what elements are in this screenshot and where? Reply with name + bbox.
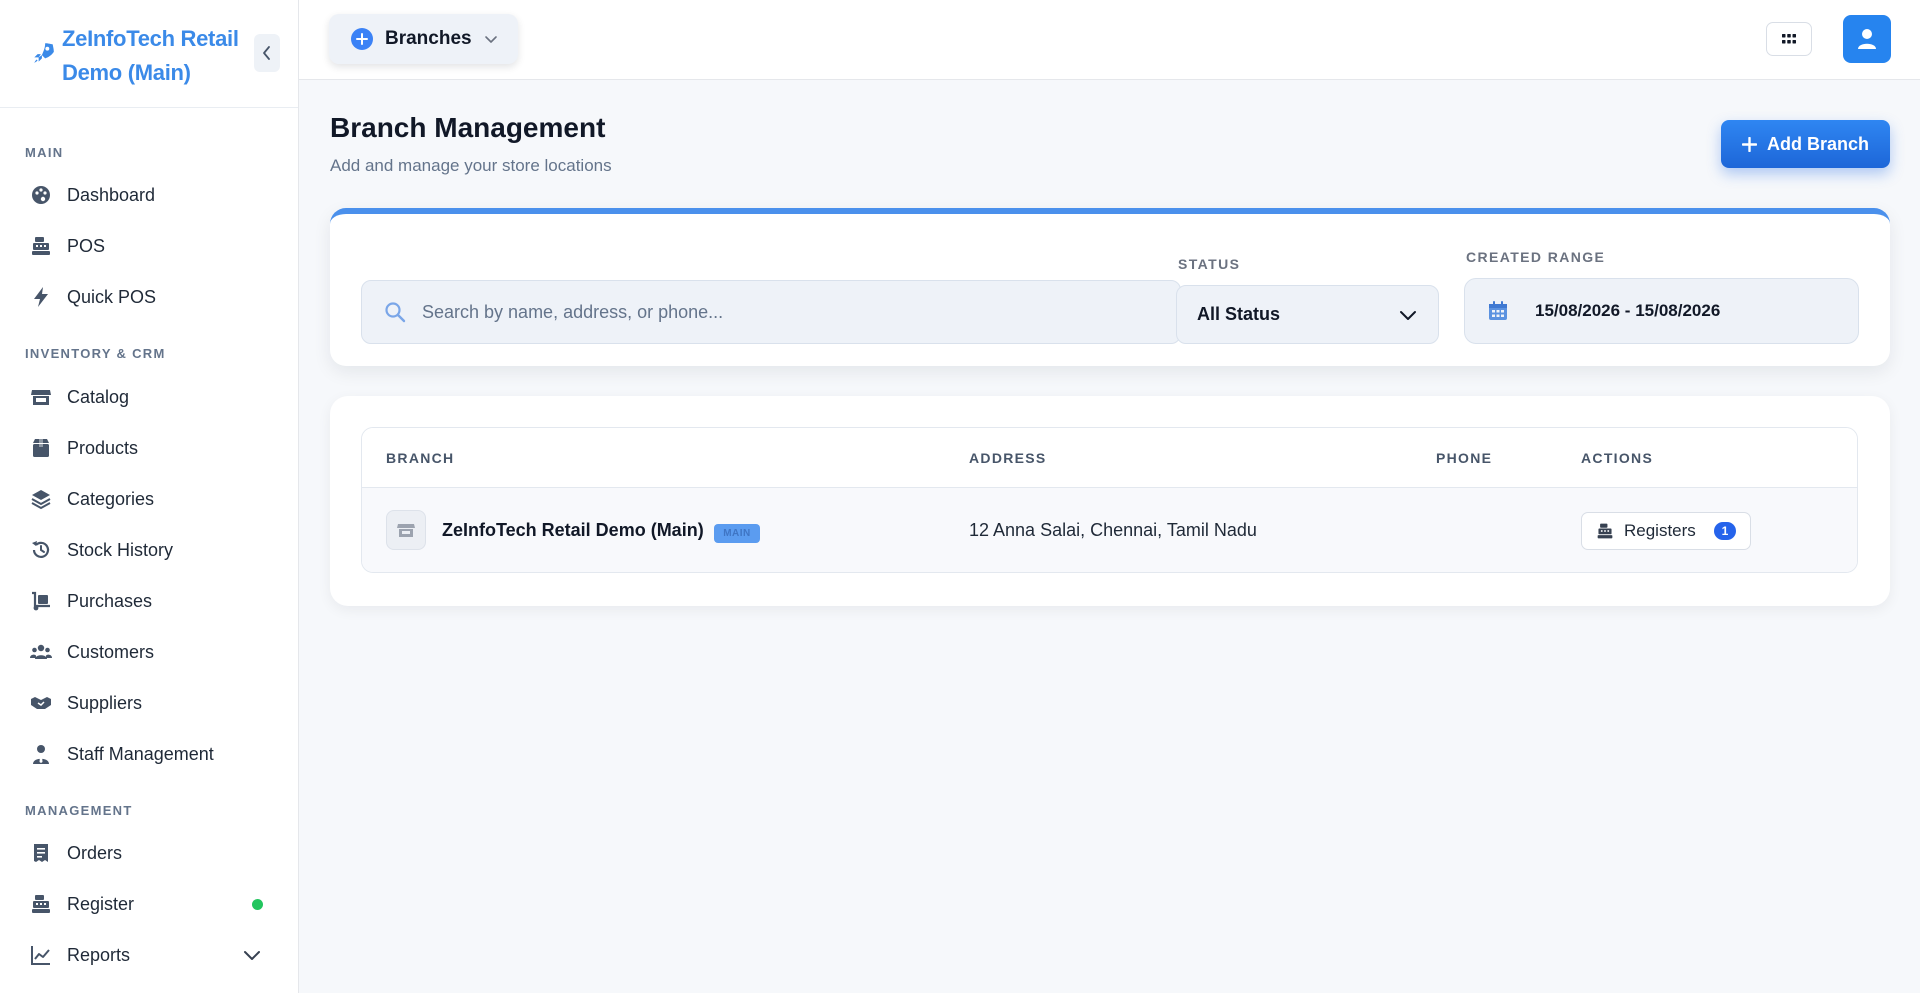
user-icon <box>1858 29 1876 49</box>
sidebar-item-label: Quick POS <box>67 286 157 307</box>
users-icon <box>30 644 52 659</box>
sidebar-item-label: POS <box>67 235 106 256</box>
created-range-value: 15/08/2026 - 15/08/2026 <box>1535 301 1721 320</box>
user-menu-button[interactable] <box>1843 15 1891 63</box>
sidebar-item-label: Staff Management <box>67 743 214 764</box>
sidebar: ZeInfoTech Retail Demo (Main) MAIN Dashb… <box>0 0 299 993</box>
handshake-icon <box>31 697 51 709</box>
section-label-main: MAIN <box>25 145 64 160</box>
created-range-picker[interactable]: 15/08/2026 - 15/08/2026 <box>1464 278 1859 344</box>
receipt-icon <box>34 844 48 862</box>
sidebar-item-suppliers[interactable]: Suppliers <box>0 680 298 726</box>
plus-icon <box>1741 136 1757 152</box>
section-label-management: MANAGEMENT <box>25 803 133 818</box>
page-subtitle: Add and manage your store locations <box>330 156 612 175</box>
sidebar-item-label: Customers <box>67 641 155 662</box>
cash-register-icon <box>32 237 50 255</box>
user-tie-icon <box>33 745 49 764</box>
store-icon <box>31 390 51 405</box>
sidebar-item-pos[interactable]: POS <box>0 223 298 269</box>
brand-header: ZeInfoTech Retail Demo (Main) <box>0 0 298 108</box>
sidebar-item-register[interactable]: Register <box>0 881 298 927</box>
branch-address: 12 Anna Salai, Chennai, Tamil Nadu <box>969 520 1257 540</box>
history-icon <box>32 541 50 558</box>
chevron-down-icon <box>485 36 497 43</box>
branches-table: BRANCH ADDRESS PHONE ACTIONS ZeInfoTech … <box>361 427 1858 573</box>
sidebar-item-catalog[interactable]: Catalog <box>0 374 298 420</box>
sidebar-item-reports[interactable]: Reports <box>0 932 298 978</box>
sidebar-item-label: Dashboard <box>67 184 156 205</box>
column-header-actions: ACTIONS <box>1581 450 1654 466</box>
status-select-value: All Status <box>1197 304 1281 324</box>
plus-circle-icon <box>351 28 373 50</box>
sidebar-item-label: Purchases <box>67 590 153 611</box>
column-header-branch: BRANCH <box>386 450 455 466</box>
chevron-down-icon <box>1400 310 1416 320</box>
search-field[interactable] <box>361 280 1181 344</box>
branches-label: Branches <box>385 28 472 49</box>
calendar-icon <box>1489 301 1507 320</box>
topbar: Branches <box>299 0 1920 80</box>
chart-line-icon <box>31 946 50 965</box>
main-badge: MAIN <box>714 524 760 543</box>
cash-register-icon <box>1597 523 1613 539</box>
add-branch-button[interactable]: Add Branch <box>1721 120 1890 168</box>
bolt-icon <box>34 287 48 307</box>
search-input[interactable] <box>422 281 1162 343</box>
brand-title[interactable]: ZeInfoTech Retail Demo (Main) <box>62 22 252 90</box>
sidebar-item-label: Register <box>67 893 135 914</box>
registers-label: Registers <box>1624 521 1696 540</box>
status-filter-label: STATUS <box>1178 256 1241 272</box>
chevron-left-icon <box>263 46 270 60</box>
sidebar-item-products[interactable]: Products <box>0 425 298 471</box>
sidebar-item-quick-pos[interactable]: Quick POS <box>0 274 298 320</box>
box-icon <box>33 439 49 457</box>
branches-dropdown-button[interactable]: Branches <box>329 14 518 64</box>
sidebar-item-customers[interactable]: Customers <box>0 629 298 675</box>
collapse-sidebar-button[interactable] <box>254 34 280 72</box>
column-header-phone: PHONE <box>1436 450 1493 466</box>
sidebar-item-staff-management[interactable]: Staff Management <box>0 731 298 777</box>
grid-icon <box>1782 34 1796 44</box>
add-branch-label: Add Branch <box>1766 133 1869 154</box>
sidebar-item-stock-history[interactable]: Stock History <box>0 527 298 573</box>
branches-table-card: BRANCH ADDRESS PHONE ACTIONS ZeInfoTech … <box>330 396 1890 606</box>
registers-button[interactable]: Registers 1 <box>1581 512 1751 550</box>
branch-name: ZeInfoTech Retail Demo (Main) <box>442 520 704 540</box>
filter-card: STATUS All Status CREATED RANGE 15/08/20… <box>330 208 1890 366</box>
apps-grid-button[interactable] <box>1766 22 1812 56</box>
rocket-icon <box>34 43 54 63</box>
sidebar-item-label: Stock History <box>67 539 174 560</box>
column-header-address: ADDRESS <box>969 450 1047 466</box>
online-status-dot <box>252 898 263 910</box>
sidebar-item-orders[interactable]: Orders <box>0 830 298 876</box>
store-icon <box>386 510 426 550</box>
sidebar-item-label: Orders <box>67 842 123 863</box>
layers-icon <box>31 490 51 510</box>
chevron-down-icon[interactable] <box>242 945 262 965</box>
sidebar-item-label: Suppliers <box>67 692 143 713</box>
table-row[interactable]: ZeInfoTech Retail Demo (Main) MAIN 12 An… <box>362 488 1857 572</box>
sidebar-item-categories[interactable]: Categories <box>0 476 298 522</box>
search-icon <box>385 302 406 323</box>
sidebar-item-label: Products <box>67 437 139 458</box>
status-select[interactable]: All Status <box>1176 285 1439 344</box>
palette-icon <box>32 186 50 204</box>
sidebar-item-label: Catalog <box>67 386 130 407</box>
cash-register-icon <box>32 895 50 913</box>
section-label-inventory: INVENTORY & CRM <box>25 346 166 361</box>
sidebar-item-purchases[interactable]: Purchases <box>0 578 298 624</box>
dolly-icon <box>32 591 50 611</box>
created-range-label: CREATED RANGE <box>1466 249 1606 265</box>
table-header: BRANCH ADDRESS PHONE ACTIONS <box>362 428 1857 488</box>
sidebar-item-label: Reports <box>67 944 131 965</box>
registers-count-badge: 1 <box>1714 522 1736 540</box>
sidebar-item-label: Categories <box>67 488 155 509</box>
page-title: Branch Management <box>330 112 606 143</box>
sidebar-item-dashboard[interactable]: Dashboard <box>0 172 298 218</box>
